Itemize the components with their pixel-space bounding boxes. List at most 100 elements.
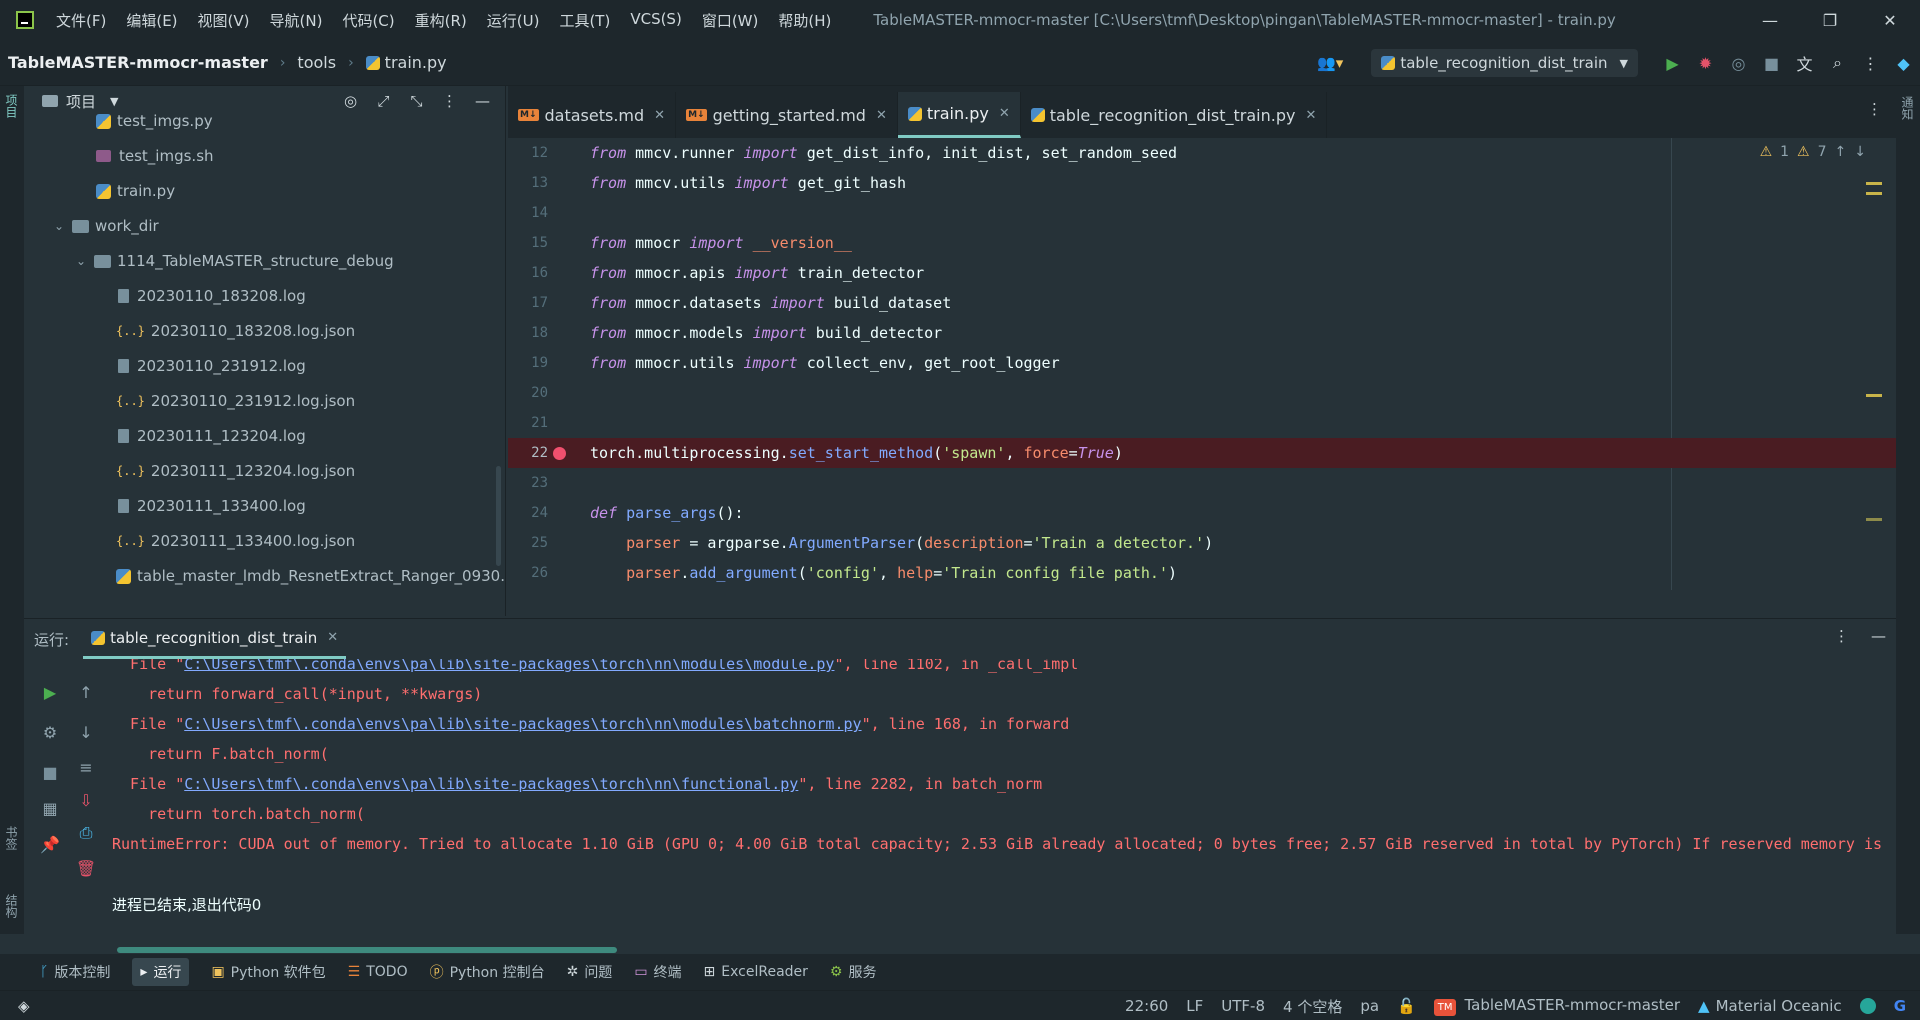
tree-folder-work-dir[interactable]: ⌄ work_dir	[54, 211, 159, 241]
hide-panel-icon[interactable]: —	[1871, 627, 1886, 645]
menu-run[interactable]: 运行(U)	[487, 10, 540, 31]
scroll-to-end-icon[interactable]: ⇩	[74, 791, 98, 810]
more-icon[interactable]: ⋮	[1834, 627, 1849, 645]
arrow-down-icon[interactable]: ↓	[74, 723, 98, 742]
code-editor[interactable]: 12 from mmcv.runner import get_dist_info,…	[508, 138, 1896, 590]
tab-datasets-md[interactable]: M↓ datasets.md ✕	[508, 92, 677, 138]
close-icon[interactable]: ✕	[876, 108, 887, 123]
google-icon[interactable]: G	[1894, 997, 1906, 1015]
project-scrollbar[interactable]	[496, 466, 501, 566]
tool-excelreader[interactable]: ⊞ ExcelReader	[704, 964, 808, 980]
close-icon[interactable]: ✕	[999, 106, 1010, 121]
soft-wrap-icon[interactable]: ≡	[74, 758, 98, 777]
locate-file-icon[interactable]: ◎	[334, 92, 367, 110]
menu-view[interactable]: 视图(V)	[198, 10, 250, 31]
menu-refactor[interactable]: 重构(R)	[415, 10, 467, 31]
run-icon[interactable]: ▶	[1656, 54, 1689, 73]
layout-icon[interactable]: ▦	[38, 799, 62, 818]
tool-run[interactable]: ▸ 运行	[132, 958, 190, 986]
tool-terminal[interactable]: ▭ 终端	[634, 962, 681, 982]
tree-folder-structure-debug[interactable]: ⌄ 1114_TableMASTER_structure_debug	[76, 246, 394, 276]
tree-item[interactable]: {..} 20230110_183208.log.json	[116, 316, 355, 346]
collapse-all-icon[interactable]: ⤡	[400, 92, 433, 110]
line-separator[interactable]: LF	[1186, 997, 1203, 1015]
menu-navigate[interactable]: 导航(N)	[270, 10, 323, 31]
breadcrumb-project[interactable]: TableMASTER-mmocr-master	[8, 53, 268, 72]
close-icon[interactable]: ✕	[327, 630, 338, 645]
console-link[interactable]: C:\Users\tmf\.conda\envs\pa\lib\site-pac…	[184, 715, 861, 733]
run-config-selector[interactable]: table_recognition_dist_train ▼	[1371, 49, 1638, 77]
arrow-down-icon[interactable]: ↓	[1854, 144, 1866, 160]
tree-item[interactable]: 20230110_231912.log	[118, 351, 306, 381]
tool-python-console[interactable]: ⓟ Python 控制台	[430, 962, 545, 982]
tree-item[interactable]: train.py	[96, 176, 175, 206]
project-panel-title[interactable]: 项目	[66, 91, 96, 112]
tool-python-packages[interactable]: ▣ Python 软件包	[211, 962, 325, 982]
arrow-up-icon[interactable]: ↑	[74, 683, 98, 702]
minimize-icon[interactable]: —	[1740, 0, 1800, 40]
arrow-up-icon[interactable]: ↑	[1835, 144, 1847, 160]
tab-train-py[interactable]: train.py ✕	[897, 92, 1021, 138]
tree-item[interactable]: {..} 20230111_133400.log.json	[116, 526, 355, 556]
breakpoint-icon[interactable]	[553, 446, 566, 460]
indent-setting[interactable]: 4 个空格	[1283, 996, 1342, 1017]
file-encoding[interactable]: UTF-8	[1221, 997, 1265, 1015]
bookmarks-tool-button[interactable]: 书签	[3, 826, 20, 850]
tool-vcs[interactable]: ᚴ 版本控制	[40, 962, 110, 982]
tab-getting-started-md[interactable]: M↓ getting_started.md ✕	[676, 92, 898, 138]
stop-icon[interactable]: ■	[1755, 54, 1788, 73]
lock-icon[interactable]: 🔓	[1397, 997, 1416, 1015]
close-icon[interactable]: ✕	[1860, 0, 1920, 40]
console-horizontal-scrollbar[interactable]	[117, 947, 617, 953]
expand-all-icon[interactable]: ⤢	[367, 92, 400, 110]
layers-icon[interactable]: ◈	[18, 997, 30, 1015]
hide-panel-icon[interactable]: —	[466, 92, 499, 110]
tree-item[interactable]: 20230110_183208.log	[118, 281, 306, 311]
tree-item[interactable]: test_imgs.sh	[96, 141, 214, 171]
pin-icon[interactable]: 📌	[38, 835, 62, 854]
run-tab[interactable]: table_recognition_dist_train ✕	[83, 619, 347, 659]
notifications-tool-button[interactable]: 通知	[1899, 96, 1916, 120]
console-output[interactable]: File " C:\Users\tmf\.conda\envs\pa\lib\si…	[112, 659, 1892, 949]
chevron-down-icon[interactable]: ⌄	[76, 254, 94, 268]
tree-item[interactable]: 20230111_133400.log	[118, 491, 306, 521]
tool-services[interactable]: ⚙ 服务	[830, 962, 877, 982]
status-indicator-icon[interactable]	[1859, 998, 1876, 1014]
menu-help[interactable]: 帮助(H)	[778, 10, 831, 31]
restore-icon[interactable]: ❐	[1800, 0, 1860, 40]
tool-todo[interactable]: ☰ TODO	[348, 964, 408, 980]
settings-icon[interactable]: ⚙	[38, 723, 62, 742]
menu-tools[interactable]: 工具(T)	[559, 10, 610, 31]
structure-tool-button[interactable]: 结构	[3, 894, 20, 918]
menu-edit[interactable]: 编辑(E)	[126, 10, 177, 31]
pycharm-logo-icon[interactable]	[16, 11, 34, 29]
tree-item[interactable]: test_imgs.py	[96, 106, 213, 136]
menu-file[interactable]: 文件(F)	[56, 10, 106, 31]
tree-item[interactable]: 20230111_123204.log	[118, 421, 306, 451]
error-stripe[interactable]	[1866, 182, 1882, 532]
debug-icon[interactable]: ✹	[1689, 54, 1722, 73]
breadcrumb-file[interactable]: train.py	[385, 53, 447, 72]
menu-code[interactable]: 代码(C)	[342, 10, 394, 31]
inspection-widget[interactable]: ⚠ 1 ⚠ 7 ↑ ↓	[1752, 144, 1866, 160]
tool-problems[interactable]: ✲ 问题	[567, 962, 613, 982]
search-icon[interactable]: ⌕	[1821, 53, 1854, 73]
project-tool-button[interactable]: 项目	[3, 94, 20, 118]
tab-table-recognition-dist-train-py[interactable]: table_recognition_dist_train.py ✕	[1021, 92, 1328, 138]
theme-status[interactable]: ▲ Material Oceanic	[1698, 997, 1842, 1015]
code-with-me-icon[interactable]: 👥▾	[1317, 54, 1343, 72]
translate-icon[interactable]: 文	[1788, 51, 1821, 75]
chevron-down-icon[interactable]: ⌄	[54, 219, 72, 233]
tree-item[interactable]: {..} 20230111_123204.log.json	[116, 456, 355, 486]
tree-item[interactable]: table_master_lmdb_ResnetExtract_Ranger_0…	[116, 561, 505, 591]
more-icon[interactable]: ⋮	[1867, 100, 1882, 118]
tree-item[interactable]: {..} 20230110_231912.log.json	[116, 386, 355, 416]
console-link[interactable]: C:\Users\tmf\.conda\envs\pa\lib\site-pac…	[184, 659, 834, 673]
menu-vcs[interactable]: VCS(S)	[630, 10, 681, 31]
console-link[interactable]: C:\Users\tmf\.conda\envs\pa\lib\site-pac…	[184, 775, 798, 793]
jetbrains-logo-icon[interactable]: ◆	[1887, 54, 1920, 73]
stop-icon[interactable]: ■	[38, 763, 62, 782]
print-icon[interactable]: ⎙	[74, 823, 98, 843]
close-icon[interactable]: ✕	[654, 108, 665, 123]
coverage-icon[interactable]: ◎	[1722, 54, 1755, 73]
